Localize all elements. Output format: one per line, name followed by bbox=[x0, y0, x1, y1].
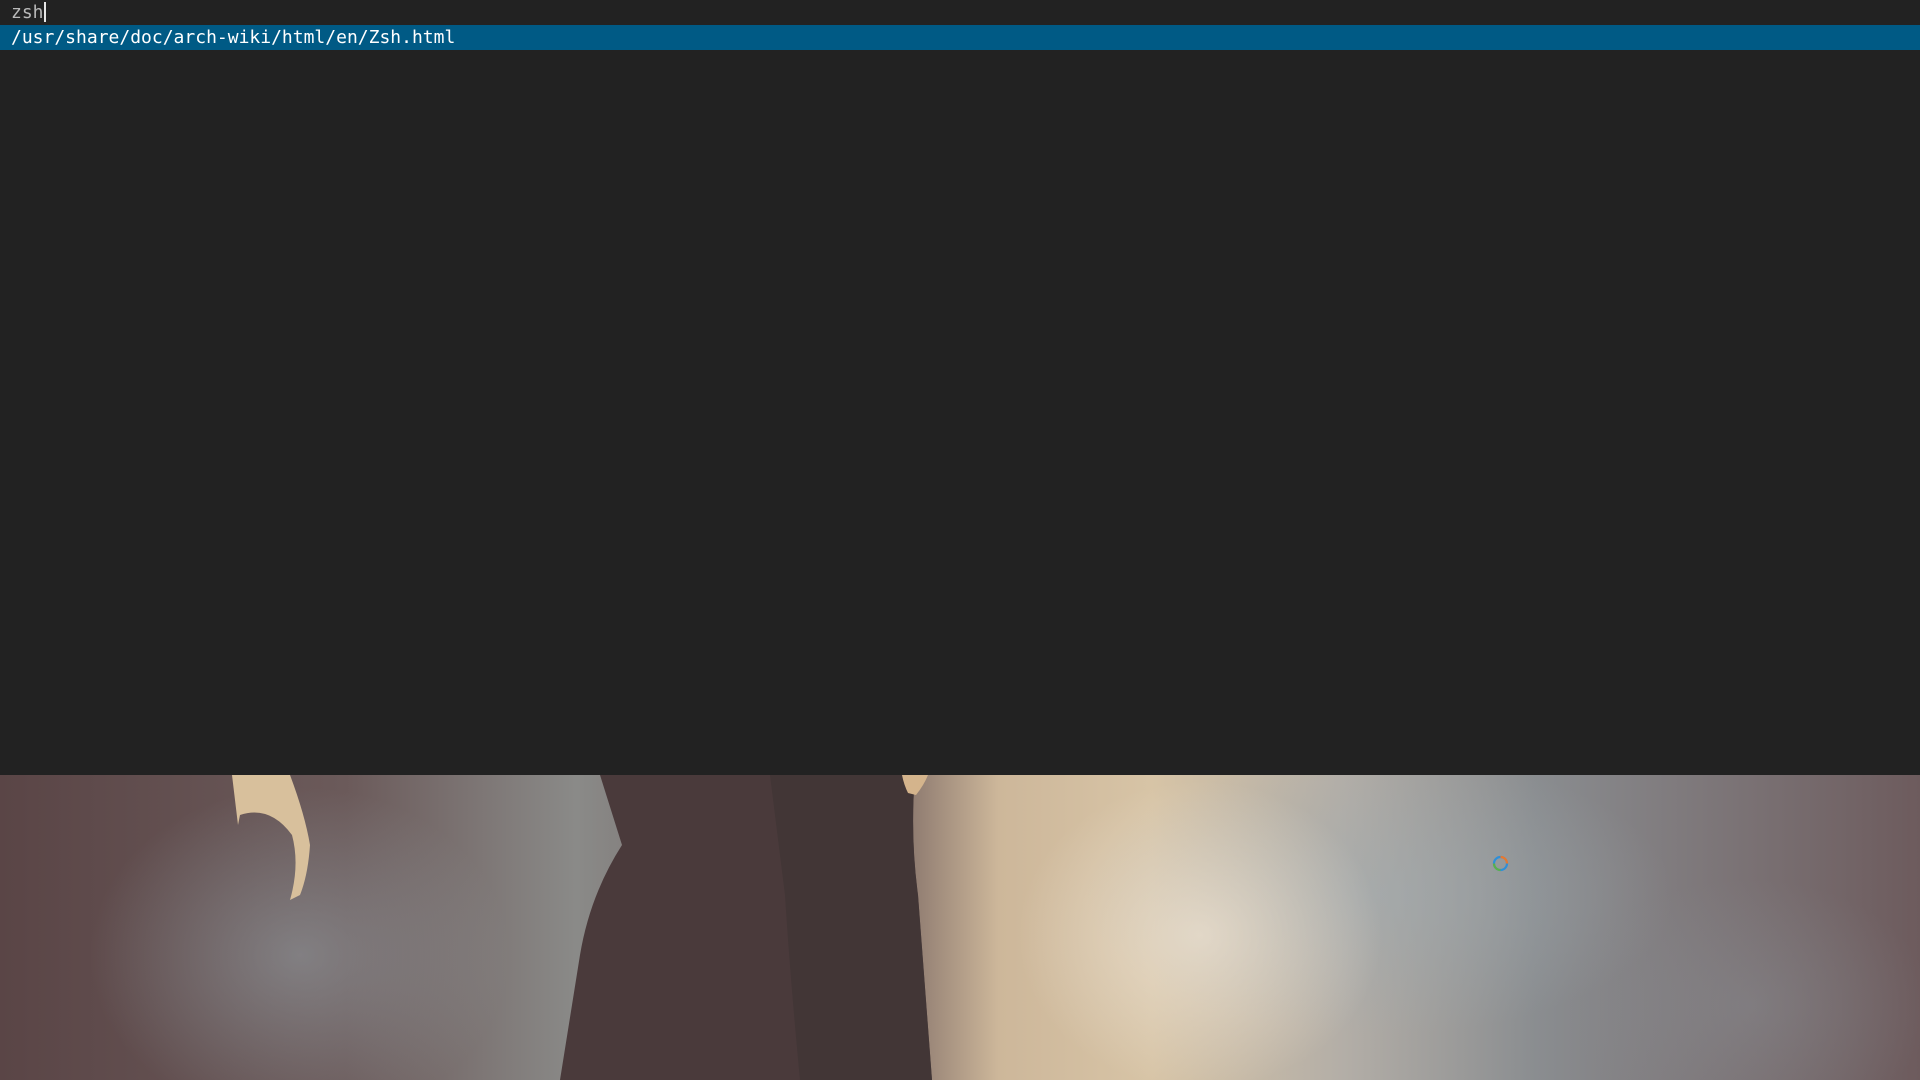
hand-image bbox=[902, 775, 928, 795]
search-prompt[interactable]: zsh bbox=[0, 0, 1920, 25]
desktop-wallpaper bbox=[0, 775, 1920, 1080]
search-query[interactable]: zsh bbox=[11, 2, 44, 23]
busy-cursor-icon bbox=[1492, 855, 1509, 872]
figure-dress-image bbox=[560, 775, 932, 1080]
results-list: /usr/share/doc/arch-wiki/html/en/Zsh.htm… bbox=[0, 25, 1920, 50]
result-item[interactable]: /usr/share/doc/arch-wiki/html/en/Zsh.htm… bbox=[0, 25, 1920, 50]
text-caret bbox=[43, 2, 46, 22]
app-launcher: zsh /usr/share/doc/arch-wiki/html/en/Zsh… bbox=[0, 0, 1920, 775]
cloth-image bbox=[232, 775, 310, 900]
